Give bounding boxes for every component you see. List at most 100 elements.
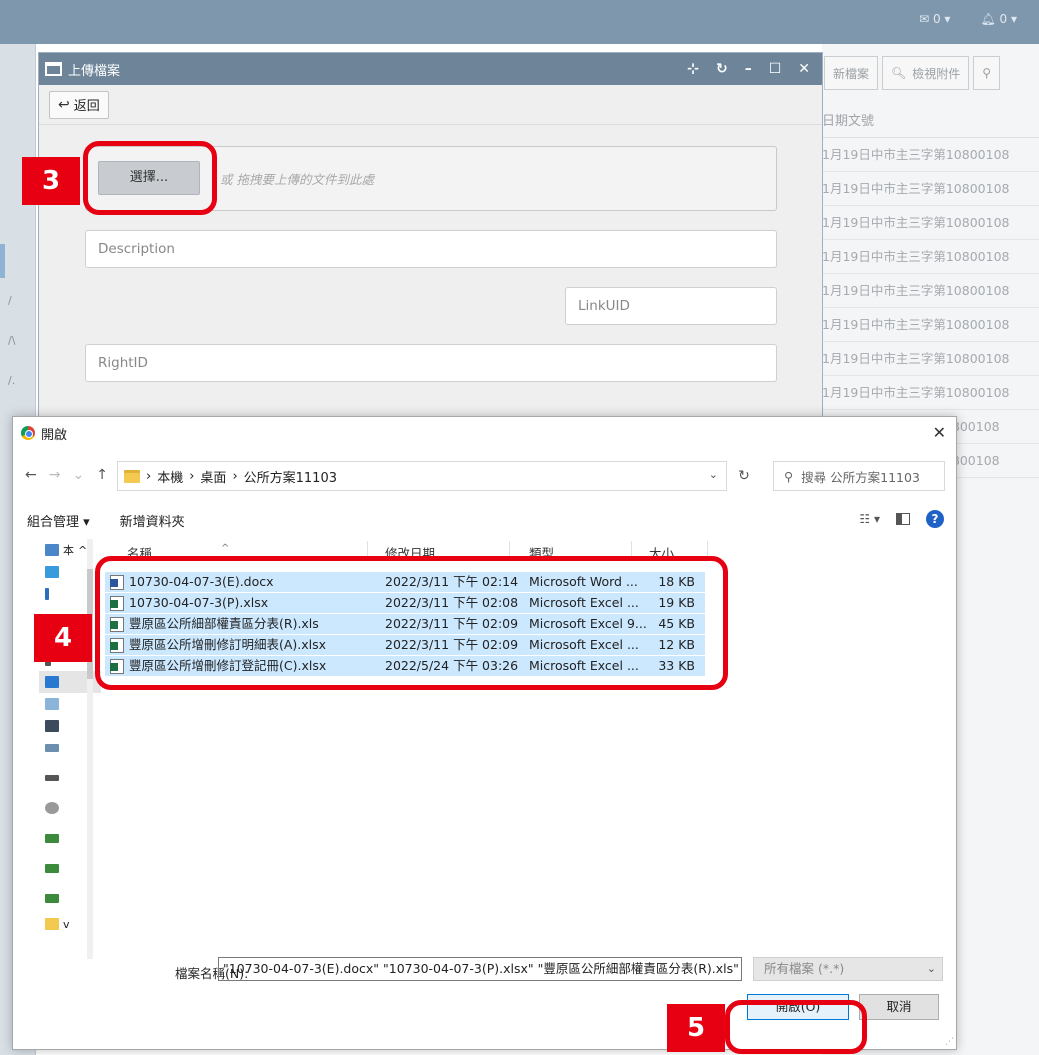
address-dropdown-icon[interactable]: ⌄: [709, 468, 718, 481]
network-drive-icon: [45, 833, 59, 843]
window-icon: [45, 62, 62, 76]
maximize-icon[interactable]: ☐: [769, 61, 782, 77]
table-row[interactable]: 1月19日中市主三字第10800108: [822, 206, 1039, 240]
forward-icon[interactable]: →: [49, 467, 61, 483]
breadcrumb-sep-icon: ›: [232, 468, 238, 484]
extra-toolbar-button[interactable]: ⚲: [973, 56, 1001, 90]
folder-icon: [45, 918, 59, 930]
desktop-icon: [45, 676, 59, 688]
annotation-step5: 5: [667, 1004, 725, 1052]
view-controls: ☷ ▾ ?: [859, 510, 944, 528]
refresh-button[interactable]: ↻: [729, 461, 759, 491]
preview-pane-icon[interactable]: [896, 513, 910, 525]
new-file-label: 新檔案: [833, 66, 870, 81]
file-open-dialog: 開啟 ✕ ← → ⌄ ↑ › 本機 › 桌面 › 公所方案11103 ⌄ ↻ ⚲…: [12, 416, 957, 1050]
dialog-titlebar[interactable]: 開啟: [13, 417, 956, 449]
disc-icon: [45, 802, 59, 814]
new-folder-button[interactable]: 新增資料夾: [120, 511, 185, 530]
search-placeholder: 搜尋 公所方案11103: [801, 469, 920, 485]
pin-icon[interactable]: ⊹: [687, 61, 699, 77]
cube-icon: [45, 566, 59, 578]
mail-count: 0 ▾: [932, 12, 951, 26]
back-icon[interactable]: ←: [25, 467, 37, 483]
search-icon: ⚲: [784, 468, 794, 484]
cancel-button[interactable]: 取消: [859, 994, 939, 1020]
up-icon[interactable]: ↑: [96, 467, 108, 483]
minimize-icon[interactable]: –: [745, 61, 752, 77]
modal-toolbar: ↩ 返回: [39, 85, 822, 125]
video-icon: [45, 720, 59, 732]
modal-window-controls: ⊹ ↻ – ☐ ✕: [687, 61, 822, 77]
new-file-button[interactable]: 新檔案: [824, 56, 879, 90]
resize-grip-icon[interactable]: ⋰: [945, 1037, 954, 1047]
dialog-title: 開啟: [41, 427, 68, 443]
refresh-icon[interactable]: ↻: [716, 61, 728, 77]
table-row[interactable]: 1月19日中市主三字第10800108: [822, 172, 1039, 206]
filename-input[interactable]: "10730-04-07-3(E).docx" "10730-04-07-3(P…: [218, 957, 742, 981]
rightid-input[interactable]: RightID: [85, 344, 777, 382]
annotation-step3: 3: [22, 157, 80, 205]
back-button[interactable]: ↩ 返回: [49, 90, 109, 119]
nav-arrows: ← → ⌄ ↑: [25, 467, 108, 483]
app-header: ✉ 0 ▾ 🔔︎ 0 ▾: [0, 0, 1039, 44]
breadcrumb-folder[interactable]: 公所方案11103: [244, 467, 337, 486]
organize-menu[interactable]: 組合管理 ▾: [27, 511, 90, 530]
table-row[interactable]: 1月19日中市主三字第10800108: [822, 342, 1039, 376]
download-icon: [45, 588, 49, 600]
annotation-box-step5: [725, 1000, 867, 1054]
nav-tick: /: [8, 294, 12, 307]
table-row[interactable]: 1月19日中市主三字第10800108: [822, 308, 1039, 342]
bell-icon[interactable]: 🔔︎ 0 ▾: [980, 12, 1017, 26]
table-row[interactable]: 1月19日中市主三字第10800108: [822, 138, 1039, 172]
breadcrumb-sep-icon: ›: [189, 468, 195, 484]
chevron-up-icon: ^: [78, 543, 88, 557]
breadcrumb-this-pc[interactable]: 本機: [157, 467, 183, 486]
pictures-icon: [45, 698, 59, 710]
help-icon[interactable]: ?: [926, 510, 944, 528]
network-drive-icon: [45, 863, 59, 873]
annotation-box-step4: [95, 556, 728, 690]
view-options-icon[interactable]: ☷ ▾: [859, 512, 880, 526]
sort-caret-icon: ^: [221, 543, 230, 554]
computer-icon: [45, 544, 59, 556]
table-row[interactable]: 1月19日中市主三字第10800108: [822, 376, 1039, 410]
recent-dropdown-icon[interactable]: ⌄: [72, 467, 84, 483]
upload-modal: 上傳檔案 ⊹ ↻ – ☐ ✕ ↩ 返回 選擇... 或 拖拽要上傳的文件到此處 …: [38, 52, 823, 422]
modal-title: 上傳檔案: [68, 63, 121, 79]
view-attachments-button[interactable]: 🔍︎ 檢視附件: [882, 56, 970, 90]
dialog-close-icon[interactable]: ✕: [933, 423, 946, 442]
breadcrumb-desktop[interactable]: 桌面: [200, 467, 226, 486]
search-box[interactable]: ⚲ 搜尋 公所方案11103: [773, 461, 945, 491]
network-icon: [45, 744, 59, 752]
table-row[interactable]: 1月19日中市主三字第10800108: [822, 274, 1039, 308]
nav-marker: [0, 244, 5, 278]
drive-icon: [45, 775, 59, 781]
close-icon[interactable]: ✕: [798, 61, 810, 77]
header-icons: ✉ 0 ▾ 🔔︎ 0 ▾: [919, 12, 1017, 26]
modal-titlebar[interactable]: 上傳檔案 ⊹ ↻ – ☐ ✕: [39, 53, 822, 85]
toolbar-icon: ⚲: [982, 66, 992, 80]
back-arrow-icon: ↩: [58, 96, 70, 113]
attachment-icon: 🔍︎: [891, 66, 907, 80]
drop-hint: 或 拖拽要上傳的文件到此處: [220, 172, 374, 187]
table-row[interactable]: 1月19日中市主三字第10800108: [822, 240, 1039, 274]
folder-icon: [124, 469, 140, 483]
nav-tick: /\: [8, 334, 16, 347]
chevron-down-icon: v: [63, 917, 70, 931]
filetype-select[interactable]: 所有檔案 (*.*) ⌄: [753, 957, 943, 981]
network-drive-icon: [45, 893, 59, 903]
mail-icon[interactable]: ✉ 0 ▾: [919, 12, 950, 26]
linkuid-input[interactable]: LinkUID: [565, 287, 777, 325]
description-input[interactable]: Description: [85, 230, 777, 268]
nav-tick: /.: [8, 374, 16, 387]
view-attachments-label: 檢視附件: [912, 66, 961, 81]
annotation-step4: 4: [34, 614, 92, 662]
bell-count: 0 ▾: [999, 12, 1017, 26]
breadcrumb-sep-icon: ›: [146, 468, 152, 484]
filetype-value: 所有檔案 (*.*): [764, 961, 845, 976]
nav-pane-label: 本: [63, 544, 74, 557]
back-label: 返回: [73, 99, 100, 114]
nav-pane-scrollbar[interactable]: [87, 539, 93, 959]
column-header-date: 日期文號: [822, 102, 1039, 138]
address-bar[interactable]: › 本機 › 桌面 › 公所方案11103 ⌄: [117, 461, 727, 491]
